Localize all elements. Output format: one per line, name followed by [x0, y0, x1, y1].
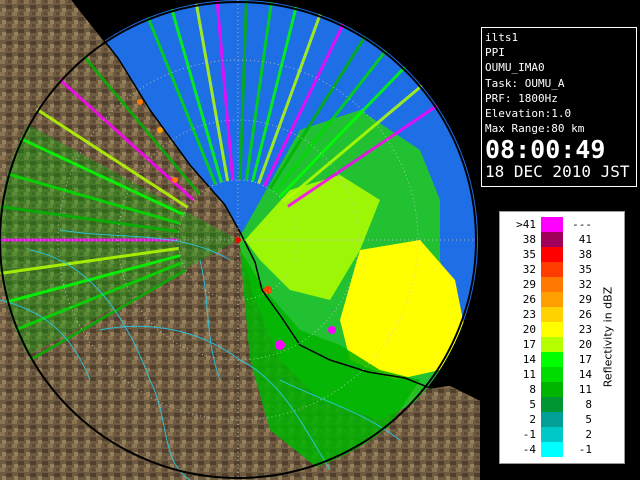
legend-upper-bound: 23 — [578, 323, 592, 336]
legend-lower-bound: 2 — [529, 413, 536, 426]
legend-swatch — [541, 262, 563, 277]
legend-swatch — [541, 247, 563, 262]
echo-cell — [264, 286, 272, 294]
legend-row: 8 11 — [508, 382, 592, 397]
legend-row: 23 26 — [508, 307, 592, 322]
legend-upper-bound: 35 — [578, 263, 592, 276]
info-max-range: Max Range:80 km — [485, 122, 585, 136]
legend-lower-bound: 23 — [522, 308, 536, 321]
legend-row: 20 23 — [508, 322, 592, 337]
legend-row: 25 — [508, 412, 592, 427]
legend-row: 29 32 — [508, 277, 592, 292]
legend-row: 35 38 — [508, 247, 592, 262]
legend-lower-bound: 5 — [529, 398, 536, 411]
echo-cell — [275, 340, 285, 350]
legend-lower-bound: 26 — [522, 293, 536, 306]
legend-row: 58 — [508, 397, 592, 412]
legend-upper-bound: 11 — [578, 383, 592, 396]
legend-swatch — [541, 352, 563, 367]
legend-upper-bound: 29 — [578, 293, 592, 306]
echo-cell — [137, 99, 143, 105]
legend-title-text: Reflectivity in dBZ — [601, 286, 615, 388]
legend-row: 17 20 — [508, 337, 592, 352]
legend-swatch — [541, 367, 563, 382]
legend-swatch — [541, 292, 563, 307]
legend-swatch — [541, 307, 563, 322]
legend-swatch — [541, 397, 563, 412]
legend-row: -4 -1 — [508, 442, 592, 457]
legend-lower-bound: -4 — [522, 443, 536, 456]
info-host: ilts1 — [485, 31, 519, 44]
legend-swatch — [541, 322, 563, 337]
legend-row: >41 --- — [508, 217, 592, 232]
legend-upper-bound: 17 — [578, 353, 592, 366]
info-product: OUMU_IMA0 — [485, 61, 545, 75]
legend-lower-bound: 14 — [522, 353, 536, 366]
legend-row: -1 2 — [508, 427, 592, 442]
legend-row: 26 29 — [508, 292, 592, 307]
legend-row: 11 14 — [508, 367, 592, 382]
echo-cell — [172, 177, 178, 183]
info-date: 18 DEC 2010 JST — [485, 162, 630, 182]
legend-lower-bound: 35 — [522, 248, 536, 261]
legend-row: 32 35 — [508, 262, 592, 277]
info-prf: PRF: 1800Hz — [485, 91, 558, 105]
info-task: Task: OUMU_A — [485, 76, 565, 90]
legend-row: 14 17 — [508, 352, 592, 367]
legend-upper-bound: 38 — [578, 248, 592, 261]
legend-swatch — [541, 442, 563, 457]
legend-title: Reflectivity in dBZ — [598, 232, 618, 442]
info-elevation: Elevation:1.0 — [485, 107, 572, 121]
legend-upper-bound: 2 — [585, 428, 592, 441]
legend-swatch — [541, 217, 563, 232]
legend-lower-bound: 8 — [529, 383, 536, 396]
legend-lower-bound: -1 — [522, 428, 536, 441]
legend-swatch — [541, 277, 563, 292]
legend-upper-bound: 14 — [578, 368, 592, 381]
legend-swatch — [541, 427, 563, 442]
legend-upper-bound: 32 — [578, 278, 592, 291]
legend-lower-bound: 38 — [522, 233, 536, 246]
legend-upper-bound: 26 — [578, 308, 592, 321]
legend-swatch — [541, 382, 563, 397]
legend-row: 38 41 — [508, 232, 592, 247]
info-time: 08:00:49 — [485, 135, 606, 165]
legend-upper-bound: 8 — [585, 398, 592, 411]
radar-site-icon — [235, 237, 241, 243]
legend-lower-bound: 11 — [522, 368, 536, 381]
legend-swatch — [541, 232, 563, 247]
legend-scale: >41 --- 38 41 35 38 32 35 29 32 26 29 23 26 20 23 17 20 14… — [508, 217, 592, 458]
legend-swatch — [541, 337, 563, 352]
info-scan-type: PPI — [485, 46, 505, 60]
legend-lower-bound: 17 — [522, 338, 536, 351]
legend-lower-bound: 29 — [522, 278, 536, 291]
legend-lower-bound: 20 — [522, 323, 536, 336]
legend-upper-bound: 41 — [578, 233, 592, 246]
legend-upper-bound: -1 — [578, 443, 592, 456]
info-panel: ilts1 PPI OUMU_IMA0 Task: OUMU_A PRF: 18… — [481, 27, 637, 187]
legend-upper-bound: 5 — [585, 413, 592, 426]
legend-lower-bound: 32 — [522, 263, 536, 276]
legend-lower-bound: >41 — [516, 218, 536, 231]
echo-cell — [328, 326, 336, 334]
legend-upper-bound: 20 — [578, 338, 592, 351]
legend-upper-bound: --- — [572, 218, 592, 231]
color-legend: >41 --- 38 41 35 38 32 35 29 32 26 29 23 26 20 23 17 20 14… — [499, 211, 625, 464]
legend-swatch — [541, 412, 563, 427]
